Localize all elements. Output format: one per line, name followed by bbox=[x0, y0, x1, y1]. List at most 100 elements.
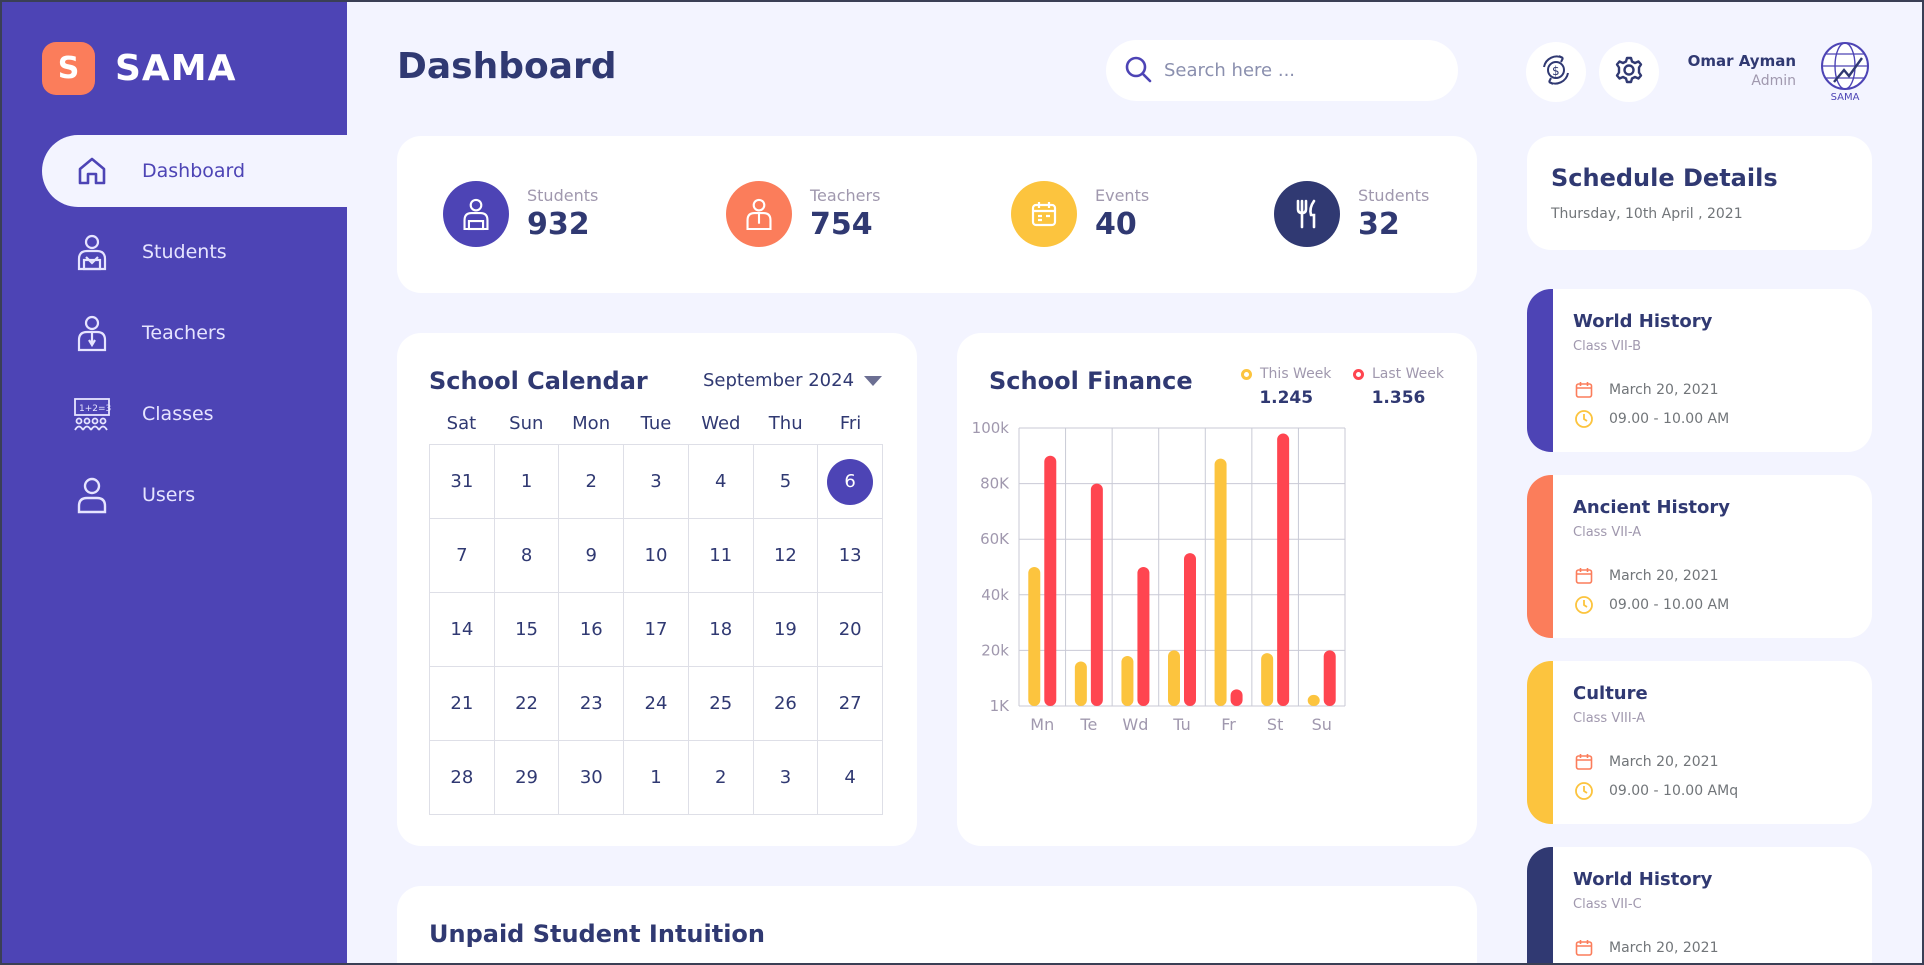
y-tick-label: 80K bbox=[980, 475, 1010, 493]
student-icon bbox=[443, 181, 509, 247]
calendar-day[interactable]: 10 bbox=[624, 519, 689, 593]
weekday-label: Tue bbox=[640, 413, 672, 434]
schedule-item-time-row: 09.00 - 10.00 AM bbox=[1573, 408, 1729, 430]
clock-icon bbox=[1573, 594, 1595, 616]
finance-bar-chart: 100k 80K 60K 40k 20k 1K Mn Te Wd Tu Fr St Su bbox=[972, 419, 1346, 734]
calendar-day[interactable]: 5 bbox=[753, 445, 819, 519]
calendar-day-number: 15 bbox=[515, 619, 539, 640]
schedule-item-date: March 20, 2021 bbox=[1609, 754, 1719, 770]
fork-knife-icon bbox=[1274, 181, 1340, 247]
bar-last-week bbox=[1230, 689, 1243, 706]
unpaid-tuition-card: Unpaid Student Intuition bbox=[397, 886, 1477, 965]
money-exchange-icon: $ bbox=[1539, 53, 1573, 91]
calendar-day[interactable]: 7 bbox=[430, 519, 495, 593]
calendar-day-selected[interactable]: 6 bbox=[818, 445, 883, 519]
stat-students[interactable]: Students 932 bbox=[443, 181, 598, 247]
schedule-item-class: Class VIII-A bbox=[1573, 711, 1646, 726]
user-name: Omar Ayman bbox=[1687, 52, 1796, 70]
calendar-day-number: 29 bbox=[515, 767, 539, 788]
calendar-day[interactable]: 13 bbox=[818, 519, 883, 593]
avatar[interactable]: SAMA bbox=[1816, 40, 1874, 103]
calendar-day[interactable]: 17 bbox=[624, 593, 689, 667]
calendar-day[interactable]: 2 bbox=[559, 445, 625, 519]
calendar-icon bbox=[1573, 937, 1595, 959]
sidebar: S SAMA Dashboard Students Teachers 1+2=3 bbox=[0, 0, 347, 965]
stat-value: 932 bbox=[527, 207, 590, 242]
calendar-icon bbox=[1573, 751, 1595, 773]
calendar-day[interactable]: 24 bbox=[624, 667, 689, 741]
calendar-day[interactable]: 2 bbox=[688, 741, 754, 815]
calendar-day-number: 13 bbox=[838, 545, 862, 566]
sidebar-item-students[interactable]: Students bbox=[42, 216, 347, 288]
bar-last-week bbox=[1184, 553, 1196, 706]
calendar-day[interactable]: 8 bbox=[494, 519, 560, 593]
calendar-day-number: 31 bbox=[450, 471, 474, 492]
clock-icon bbox=[1573, 408, 1595, 430]
calendar-day[interactable]: 29 bbox=[494, 741, 560, 815]
calendar-day[interactable]: 1 bbox=[624, 741, 689, 815]
sidebar-item-dashboard[interactable]: Dashboard bbox=[42, 135, 347, 207]
stat-food[interactable]: Students 32 bbox=[1274, 181, 1429, 247]
calendar-weekdays: Sat Sun Mon Tue Wed Thu Fri bbox=[429, 413, 883, 434]
calendar-day[interactable]: 28 bbox=[430, 741, 495, 815]
finance-button[interactable]: $ bbox=[1526, 42, 1586, 102]
calendar-day[interactable]: 12 bbox=[753, 519, 819, 593]
calendar-day[interactable]: 26 bbox=[753, 667, 819, 741]
calendar-day[interactable]: 11 bbox=[688, 519, 754, 593]
calendar-day[interactable]: 22 bbox=[494, 667, 560, 741]
calendar-day[interactable]: 3 bbox=[624, 445, 689, 519]
y-tick-label: 60K bbox=[980, 530, 1010, 548]
calendar-day[interactable]: 14 bbox=[430, 593, 495, 667]
calendar-day-number: 21 bbox=[450, 693, 474, 714]
unpaid-title: Unpaid Student Intuition bbox=[429, 920, 765, 948]
calendar-day[interactable]: 30 bbox=[559, 741, 625, 815]
teacher-icon bbox=[72, 313, 112, 353]
bar-this-week bbox=[1214, 458, 1227, 706]
schedule-date: Thursday, 10th April , 2021 bbox=[1551, 206, 1743, 222]
stat-events[interactable]: Events 40 bbox=[1011, 181, 1149, 247]
weekday-label: Mon bbox=[572, 413, 611, 434]
settings-button[interactable] bbox=[1599, 42, 1659, 102]
school-calendar-card: School Calendar September 2024 Sat Sun Mon… bbox=[397, 333, 917, 846]
calendar-day-number: 23 bbox=[579, 693, 603, 714]
schedule-item[interactable]: Ancient History Class VII-A March 20, 2021… bbox=[1527, 475, 1872, 638]
chevron-down-icon bbox=[864, 375, 883, 386]
bar-last-week bbox=[1323, 650, 1336, 706]
search-input[interactable] bbox=[1164, 60, 1434, 81]
y-tick-label: 20k bbox=[981, 641, 1009, 659]
sidebar-item-users[interactable]: Users bbox=[42, 459, 347, 531]
schedule-item[interactable]: World History Class VII-B March 20, 2021 09… bbox=[1527, 289, 1872, 452]
calendar-day[interactable]: 27 bbox=[818, 667, 883, 741]
calendar-day[interactable]: 3 bbox=[753, 741, 819, 815]
search-bar[interactable] bbox=[1106, 40, 1458, 101]
calendar-day[interactable]: 20 bbox=[818, 593, 883, 667]
calendar-day[interactable]: 19 bbox=[753, 593, 819, 667]
calendar-day[interactable]: 18 bbox=[688, 593, 754, 667]
calendar-day[interactable]: 23 bbox=[559, 667, 625, 741]
svg-text:1+2=3: 1+2=3 bbox=[79, 404, 111, 414]
calendar-day-number: 6 bbox=[827, 458, 874, 505]
calendar-day[interactable]: 4 bbox=[688, 445, 754, 519]
calendar-day[interactable]: 15 bbox=[494, 593, 560, 667]
sidebar-item-teachers[interactable]: Teachers bbox=[42, 297, 347, 369]
calendar-day[interactable]: 4 bbox=[818, 741, 883, 815]
calendar-day[interactable]: 31 bbox=[430, 445, 495, 519]
calendar-day-number: 14 bbox=[450, 619, 474, 640]
sidebar-item-label: Students bbox=[142, 241, 227, 263]
calendar-day[interactable]: 9 bbox=[559, 519, 625, 593]
sidebar-item-classes[interactable]: 1+2=3 Classes bbox=[42, 378, 347, 450]
calendar-day[interactable]: 25 bbox=[688, 667, 754, 741]
user-info[interactable]: Omar Ayman Admin bbox=[1688, 52, 1796, 89]
month-select[interactable]: September 2024 bbox=[703, 370, 883, 391]
schedule-item[interactable]: Culture Class VIII-A March 20, 2021 09.00 -… bbox=[1527, 661, 1872, 824]
stat-teachers[interactable]: Teachers 754 bbox=[726, 181, 880, 247]
calendar-day-number: 24 bbox=[644, 693, 668, 714]
brand[interactable]: S SAMA bbox=[42, 42, 236, 95]
schedule-item[interactable]: World History Class VII-C March 20, 2021 bbox=[1527, 847, 1872, 965]
calendar-day[interactable]: 1 bbox=[494, 445, 560, 519]
stat-label: Students bbox=[527, 186, 599, 205]
stat-label: Events bbox=[1095, 186, 1150, 205]
calendar-day[interactable]: 16 bbox=[559, 593, 625, 667]
calendar-day[interactable]: 21 bbox=[430, 667, 495, 741]
schedule-item-time-row: 09.00 - 10.00 AMq bbox=[1573, 780, 1738, 802]
